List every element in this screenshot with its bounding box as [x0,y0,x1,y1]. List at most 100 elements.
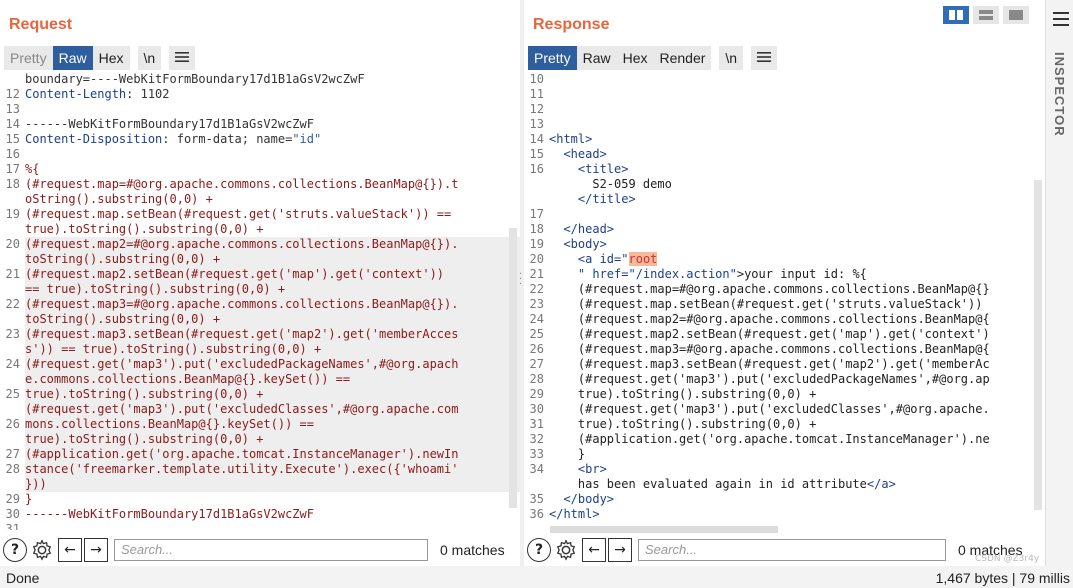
arrow-right-icon[interactable]: → [608,538,632,562]
split-rows-icon[interactable] [973,6,999,24]
code-token: </html> [549,507,600,521]
arrow-right-icon[interactable]: → [84,538,108,562]
line-text: Content-Length: 1102 [25,87,520,102]
code-token: </body> [549,492,615,506]
line-number [0,72,25,87]
request-search-input[interactable]: Search... [114,539,428,561]
response-code-line: S2-059 demo [524,177,1044,192]
request-code-line: 13 [0,102,520,117]
request-code-line: true).toString().substring(0,0) + [0,222,520,237]
response-code-line: 22 (#request.map=#@org.apache.commons.co… [524,282,1044,297]
code-token: == true).toString().substring(0,0) + [25,282,286,296]
line-number: 28 [529,372,544,386]
request-vscrollbar[interactable] [509,228,517,508]
line-number: 26 [529,342,544,356]
line-number [524,192,549,207]
request-code-line: 17 %{ [0,162,520,177]
gear-icon[interactable] [554,538,578,562]
line-text: (#request.map=#@org.apache.commons.colle… [549,282,1044,297]
divider-handle[interactable]: · · · [519,270,522,290]
line-number [0,252,25,267]
response-tab-pretty[interactable]: Pretty [528,46,577,70]
line-text: (#application.get('org.apache.tomcat.Ins… [549,432,1044,447]
line-number [524,477,549,492]
line-text [25,147,520,162]
response-tab-hex[interactable]: Hex [616,46,654,70]
request-code-line: s')) == true).toString().substring(0,0) … [0,342,520,357]
arrow-left-icon[interactable]: ← [582,538,606,562]
code-token: (#request.map3.setBean(#request.get('map… [549,357,990,371]
code-token: " [621,252,629,266]
line-number: 15 [5,132,20,146]
line-text: oString().substring(0,0) + [25,192,520,207]
code-token: (#request.map2.setBean(#request.get('map… [25,267,445,281]
help-icon[interactable]: ? [527,538,551,562]
request-code-line: boundary=----WebKitFormBoundary17d1B1aGs… [0,72,520,87]
gear-icon[interactable] [30,538,54,562]
line-text: (#request.map3.setBean(#request.get('map… [25,327,520,342]
response-code-line: 24 (#request.map2=#@org.apache.commons.c… [524,312,1044,327]
code-token: has been evaluated again in id attribute [549,477,867,491]
response-code-line: 11 [524,87,1044,102]
response-menu-icon[interactable] [751,46,778,70]
code-token: %{ [25,162,40,176]
request-editor[interactable]: boundary=----WebKitFormBoundary17d1B1aGs… [0,72,520,530]
line-number [0,192,25,207]
code-token: })) [25,477,47,491]
response-code-line: 21 " href="/index.action">your input id:… [524,267,1044,282]
response-code-line: 29 true).toString().substring(0,0) + [524,387,1044,402]
request-tab-raw[interactable]: Raw [52,46,93,70]
request-tab-hex[interactable]: Hex [92,46,130,70]
request-code-line: 22 (#request.map3=#@org.apache.commons.co… [0,297,520,312]
line-number: 24 [529,312,544,326]
request-menu-icon[interactable] [169,46,196,70]
request-tab-pretty[interactable]: Pretty [4,46,53,70]
request-code-line: 21 (#request.map2.setBean(#request.get('m… [0,267,520,282]
response-search-input[interactable]: Search... [638,539,946,561]
single-pane-icon[interactable] [1003,6,1029,24]
inspector-menu-icon[interactable] [1053,12,1069,30]
code-token: true).toString().substring(0,0) + [25,387,264,401]
split-columns-icon[interactable] [943,6,969,24]
line-number: 14 [5,117,20,131]
request-search-bar: ? ← → Search... 0 matches [0,536,520,564]
inspector-panel[interactable]: INSPECTOR [1045,0,1073,566]
code-token: s')) == true).toString().substring(0,0) … [25,342,322,356]
response-code-line: 32 (#application.get('org.apache.tomcat.… [524,432,1044,447]
line-text: == true).toString().substring(0,0) + [25,282,520,297]
line-text [549,87,1044,102]
request-code-line: 30 ------WebKitFormBoundary17d1B1aGsV2wcZ… [0,507,520,522]
response-tab-render[interactable]: Render [653,46,712,70]
line-number: 12 [529,102,544,116]
line-text: (#request.map2=#@org.apache.commons.coll… [25,237,520,252]
line-number: 35 [529,492,544,506]
request-code-line: 27 (#application.get('org.apache.tomcat.I… [0,447,520,462]
response-code-line: 28 (#request.get('map3').put('excludedPa… [524,372,1044,387]
code-token: ------WebKitFormBoundary17d1B1aGsV2wcZwF [25,117,314,131]
response-editor[interactable]: 10 11 12 13 14 <html> 15 <head> 16 <title> S2-0… [524,72,1044,530]
response-hscrollbar[interactable] [550,526,778,533]
search-highlight: root [628,252,658,266]
line-text: </html> [549,507,1044,522]
line-number: 29 [529,387,544,401]
response-tab-newline[interactable]: \n [719,46,744,70]
response-tab-raw[interactable]: Raw [576,46,617,70]
code-token: Content-Disposition [25,132,163,146]
code-token: } [549,447,586,461]
status-bar: Done 1,467 bytes | 79 millis [0,566,1073,588]
line-number: 31 [529,417,544,431]
request-tab-newline[interactable]: \n [137,46,162,70]
line-text: (#request.map.setBean(#request.get('stru… [25,207,520,222]
request-code-line: 15 Content-Disposition: form-data; name="… [0,132,520,147]
layout-toggle [943,6,1033,24]
inspector-label[interactable]: INSPECTOR [1052,52,1067,137]
request-code-line: 14 ------WebKitFormBoundary17d1B1aGsV2wcZ… [0,117,520,132]
line-number [0,342,25,357]
line-number: 16 [5,147,20,161]
code-token: } [25,492,33,506]
response-vscrollbar[interactable] [1034,180,1042,510]
help-icon[interactable]: ? [3,538,27,562]
arrow-left-icon[interactable]: ← [58,538,82,562]
line-text [549,207,1044,222]
line-number: 13 [5,102,20,116]
